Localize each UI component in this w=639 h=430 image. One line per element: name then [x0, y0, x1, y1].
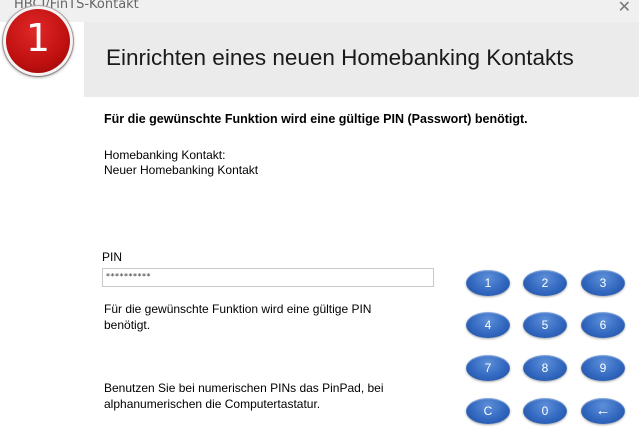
dialog-header: Einrichten eines neuen Homebanking Konta… — [84, 22, 639, 97]
window-titlebar: HBCI/FinTS-Kontakt ✕ — [0, 0, 639, 22]
pin-label: PIN — [102, 250, 123, 264]
contact-value: Neuer Homebanking Kontakt — [104, 163, 259, 177]
pinpad-key-1[interactable]: 1 — [466, 270, 510, 296]
pinpad-key-9[interactable]: 9 — [581, 355, 625, 381]
pinpad-key-4[interactable]: 4 — [466, 312, 510, 338]
step-number: 1 — [25, 16, 51, 60]
pinpad-key-0[interactable]: 0 — [523, 398, 567, 424]
pinpad-key-clear[interactable]: C — [466, 398, 510, 424]
pin-hint-line-1: Für die gewünschte Funktion wird eine gü… — [104, 302, 372, 316]
pinpad-key-6[interactable]: 6 — [581, 312, 625, 338]
pinpad-key-8[interactable]: 8 — [523, 355, 567, 381]
pin-hint-line-2: benötigt. — [104, 318, 151, 332]
pinpad-key-2[interactable]: 2 — [523, 270, 567, 296]
close-icon[interactable]: ✕ — [618, 0, 631, 16]
step-number-badge: 1 — [3, 6, 73, 76]
pinpad-hint-line-1: Benutzen Sie bei numerischen PINs das Pi… — [104, 381, 384, 395]
dialog-heading: Einrichten eines neuen Homebanking Konta… — [106, 45, 574, 70]
pinpad-key-5[interactable]: 5 — [523, 312, 567, 338]
pinpad-key-3[interactable]: 3 — [581, 270, 625, 296]
pinpad-key-7[interactable]: 7 — [466, 355, 510, 381]
contact-label: Homebanking Kontakt: — [104, 148, 226, 162]
pinpad-hint-line-2: alphanumerischen die Computertastatur. — [104, 397, 321, 411]
pin-required-message: Für die gewünschte Funktion wird eine gü… — [104, 112, 528, 126]
backspace-arrow-icon[interactable]: ← — [581, 398, 625, 424]
pin-input[interactable]: ********** — [102, 268, 434, 287]
